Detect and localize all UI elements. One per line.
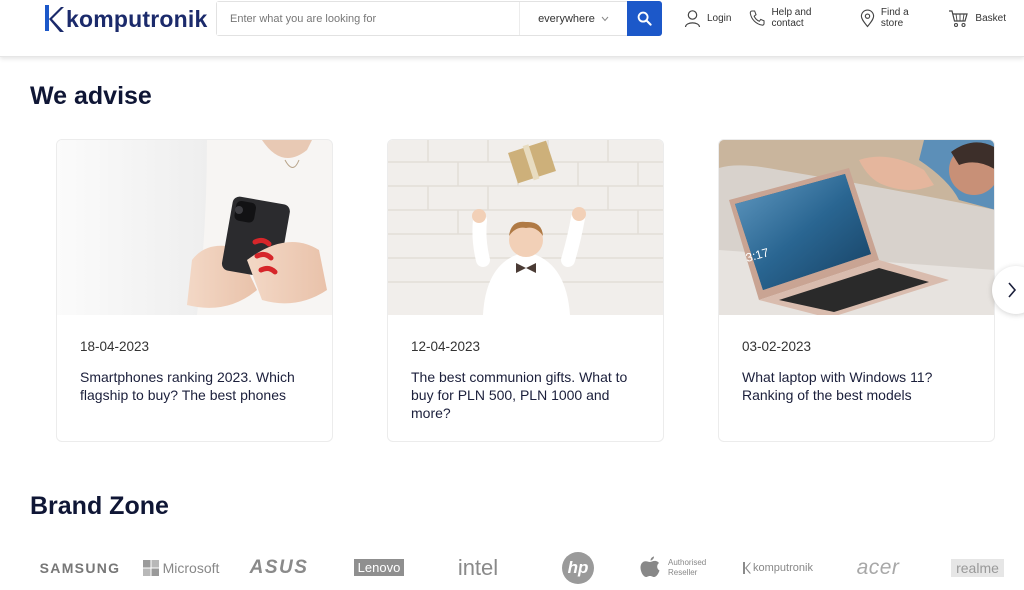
search-scope-dropdown[interactable]: everywhere: [519, 2, 627, 35]
search-input[interactable]: [217, 2, 519, 35]
brand-realme[interactable]: realme: [945, 545, 1010, 590]
login-link[interactable]: Login: [684, 9, 731, 28]
phone-icon: [750, 10, 766, 26]
brand-hp-label: hp: [562, 551, 594, 584]
article-image: 3:17: [719, 140, 994, 315]
brand-lenovo[interactable]: Lenovo: [350, 545, 408, 590]
apple-logo-icon: [640, 556, 660, 577]
brand-samsung[interactable]: SAMSUNG: [40, 545, 120, 590]
cart-icon: [949, 9, 969, 27]
brand-apple-authorised-reseller[interactable]: Authorised Reseller: [640, 545, 720, 590]
brand-intel[interactable]: intel: [448, 545, 508, 590]
chevron-down-icon: [601, 16, 609, 21]
search-button[interactable]: [627, 1, 662, 36]
authorised-reseller-label: Authorised Reseller: [668, 557, 707, 577]
basket-link[interactable]: Basket: [948, 9, 1006, 28]
basket-label: Basket: [975, 12, 1006, 24]
article-date: 03-02-2023: [742, 339, 812, 354]
location-pin-icon: [860, 9, 875, 27]
carousel-next-button[interactable]: [992, 266, 1024, 314]
brand-intel-label: intel: [457, 554, 499, 580]
brand-komputronik[interactable]: komputronik: [738, 545, 818, 590]
article-title[interactable]: Smartphones ranking 2023. Which flagship…: [80, 368, 312, 404]
article-image: [388, 140, 663, 315]
brand-zone-title: Brand Zone: [30, 492, 169, 520]
brand-realme-label: realme: [951, 558, 1004, 577]
article-card[interactable]: 3:17 03-02-2023 What laptop with Windows…: [718, 139, 995, 442]
brand-asus-label: ASUS: [249, 556, 309, 578]
brand-hp[interactable]: hp: [560, 545, 596, 590]
article-image: [57, 140, 332, 315]
article-card[interactable]: 18-04-2023 Smartphones ranking 2023. Whi…: [56, 139, 333, 442]
we-advise-title: We advise: [30, 82, 152, 110]
brand-microsoft-label: Microsoft: [162, 559, 220, 576]
article-card[interactable]: 12-04-2023 The best communion gifts. Wha…: [387, 139, 664, 442]
article-title[interactable]: What laptop with Windows 11? Ranking of …: [742, 368, 974, 404]
brand-komputronik-label: komputronik: [753, 561, 813, 574]
find-store-link[interactable]: Find a store: [860, 7, 931, 29]
microsoft-logo-icon: [142, 559, 159, 576]
komputronik-logo[interactable]: komputronik: [43, 5, 207, 33]
help-contact-label: Help and contact: [771, 7, 812, 29]
search-scope-label: everywhere: [538, 12, 595, 25]
brand-asus[interactable]: ASUS: [244, 545, 314, 590]
header-actions: Login Help and contact Find a store Bask…: [684, 7, 1024, 29]
brand-list: SAMSUNG Microsoft ASUS Lenovo intel hp A…: [30, 545, 1020, 590]
komputronik-mini-logo-icon: [743, 561, 752, 574]
user-icon: [684, 9, 701, 27]
login-label: Login: [707, 12, 732, 24]
find-store-label: Find a store: [880, 7, 909, 29]
brand-samsung-label: SAMSUNG: [39, 559, 121, 576]
logo-text: komputronik: [66, 5, 208, 32]
brand-acer[interactable]: acer: [848, 545, 908, 590]
article-title[interactable]: The best communion gifts. What to buy fo…: [411, 368, 643, 422]
search-bar: everywhere: [216, 1, 662, 36]
help-contact-link[interactable]: Help and contact: [749, 7, 841, 29]
site-header: komputronik everywhere Login: [0, 0, 1024, 57]
brand-lenovo-label: Lenovo: [353, 559, 405, 576]
article-date: 12-04-2023: [411, 339, 481, 354]
brand-acer-label: acer: [856, 555, 900, 579]
brand-microsoft[interactable]: Microsoft: [141, 545, 221, 590]
logo-k-icon: [45, 5, 64, 32]
article-date: 18-04-2023: [80, 339, 150, 354]
search-icon: [637, 11, 652, 26]
chevron-right-icon: [1008, 282, 1017, 298]
